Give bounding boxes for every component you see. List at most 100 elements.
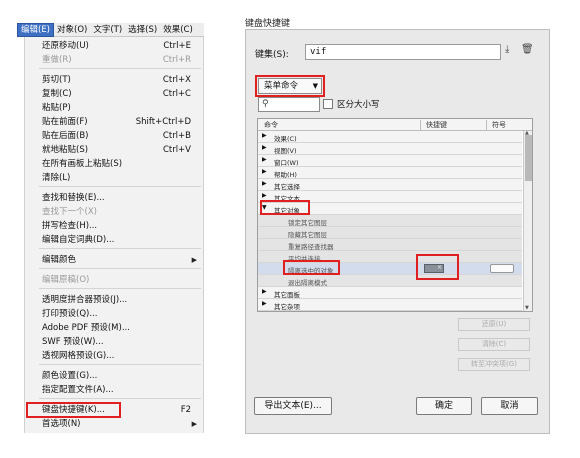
table-row[interactable]: 退出隔离模式 — [258, 275, 522, 287]
cancel-button[interactable]: 取消 — [481, 397, 538, 415]
table-row[interactable]: 锁定其它图层 — [258, 215, 522, 227]
expand-triangle-icon[interactable]: ▶ — [262, 156, 267, 163]
table-row[interactable]: 重复路径查找器 — [258, 239, 522, 251]
menu-item[interactable]: 在所有画板上粘贴(S) — [25, 157, 205, 171]
menu-item: 编辑原稿(O) — [25, 273, 205, 287]
row-label: 效果(C) — [274, 135, 297, 143]
row-label: 退出隔离模式 — [288, 279, 327, 287]
annotation-box-other-objects — [260, 200, 310, 215]
menu-item[interactable]: 编辑自定词典(D)... — [25, 233, 205, 247]
menu-item-label: 编辑原稿(O) — [42, 275, 90, 285]
menu-item-shortcut: Shift+Ctrl+D — [135, 117, 191, 127]
menu-separator — [39, 186, 201, 187]
table-row[interactable]: ▶ 窗口(W) — [258, 155, 522, 167]
menu-item[interactable]: 就地粘贴(S) Ctrl+V — [25, 143, 205, 157]
menubar-item[interactable]: 选择(S) — [125, 23, 160, 37]
annotation-box-shortcut-field — [416, 254, 459, 280]
clear-button[interactable]: 清除(C) — [458, 338, 530, 351]
menu-item-shortcut: Ctrl+V — [162, 145, 191, 155]
menu-item[interactable]: 拼写检查(H)... — [25, 219, 205, 233]
menu-item[interactable]: 粘贴(P) — [25, 101, 205, 115]
menu-item[interactable]: 指定配置文件(A)... — [25, 383, 205, 397]
expand-triangle-icon[interactable]: ▶ — [262, 132, 267, 139]
menu-item[interactable]: 透视网格预设(G)... — [25, 349, 205, 363]
scroll-down-icon[interactable]: ▼ — [525, 305, 529, 311]
table-row[interactable]: ▶ 其它选择 — [258, 179, 522, 191]
edit-menu: 还原移动(U) Ctrl+E 重做(R) Ctrl+R 剪切(T) Ctrl+X 复制(C)… — [24, 37, 204, 433]
column-header-shortcut: 快捷键 — [426, 121, 447, 129]
menu-separator — [39, 248, 201, 249]
table-header: 命令 快捷键 符号 — [258, 119, 532, 131]
menu-item-label: 编辑颜色 — [42, 255, 77, 265]
expand-triangle-icon[interactable]: ▶ — [262, 300, 267, 307]
expand-triangle-icon[interactable]: ▶ — [262, 288, 267, 295]
menu-item[interactable]: 首选项(N) ▶ — [25, 417, 205, 431]
dialog-title: 键盘快捷键 — [245, 19, 291, 29]
undo-button[interactable]: 还原(U) — [458, 318, 530, 331]
scrollbar-thumb[interactable] — [525, 135, 532, 181]
table-row[interactable]: 隐藏其它图层 — [258, 227, 522, 239]
menu-item-label: 还原移动(U) — [42, 41, 89, 51]
menu-separator — [39, 68, 201, 69]
menu-item[interactable]: 颜色设置(G)... — [25, 369, 205, 383]
go-to-conflict-button[interactable]: 转至冲突项(G) — [458, 358, 530, 371]
menu-item-label: SWF 预设(W)... — [42, 337, 104, 347]
menu-item[interactable]: SWF 预设(W)... — [25, 335, 205, 349]
menu-item[interactable]: 贴在前面(F) Shift+Ctrl+D — [25, 115, 205, 129]
menu-item-label: 清除(L) — [42, 173, 71, 183]
menu-item-shortcut: Ctrl+C — [162, 89, 191, 99]
menu-item[interactable]: 透明度拼合器预设(J)... — [25, 293, 205, 307]
expand-triangle-icon[interactable]: ▶ — [262, 168, 267, 175]
table-row[interactable]: ▶ 其它杂项 — [258, 299, 522, 311]
annotation-box-keyboard-shortcuts — [26, 402, 121, 418]
key-set-select[interactable]: vif — [305, 44, 501, 60]
export-text-button[interactable]: 导出文本(E)... — [254, 397, 332, 415]
delete-set-icon[interactable]: 🗑 — [521, 44, 534, 55]
menu-item-label: Adobe PDF 预设(M)... — [42, 323, 130, 333]
menu-separator — [39, 268, 201, 269]
symbol-input[interactable] — [490, 264, 514, 273]
menubar-item[interactable]: 文字(T) — [90, 23, 125, 37]
menu-item[interactable]: 贴在后面(B) Ctrl+B — [25, 129, 205, 143]
menu-item-label: 透明度拼合器预设(J)... — [42, 295, 128, 305]
ok-button[interactable]: 确定 — [416, 397, 472, 415]
menubar-item[interactable]: 效果(C) — [160, 23, 196, 37]
column-header-symbol: 符号 — [492, 121, 506, 129]
table-row[interactable]: ▶ 其它面板 — [258, 287, 522, 299]
menu-item-label: 指定配置文件(A)... — [42, 385, 114, 395]
menu-item[interactable]: 清除(L) — [25, 171, 205, 185]
menu-item-shortcut: Ctrl+X — [162, 75, 191, 85]
menu-item-shortcut: Ctrl+R — [162, 55, 191, 65]
table-row[interactable]: ▶ 帮助(H) — [258, 167, 522, 179]
save-set-icon[interactable]: ⤓ — [505, 44, 509, 55]
table-row[interactable]: ▶ 视图(V) — [258, 143, 522, 155]
menu-item[interactable]: 打印预设(Q)... — [25, 307, 205, 321]
menu-item-label: 重做(R) — [42, 55, 72, 65]
expand-triangle-icon[interactable]: ▶ — [262, 192, 267, 199]
case-sensitive-checkbox[interactable] — [323, 99, 333, 109]
expand-triangle-icon[interactable]: ▶ — [262, 144, 267, 151]
row-label: 帮助(H) — [274, 171, 297, 179]
menu-item[interactable]: 剪切(T) Ctrl+X — [25, 73, 205, 87]
menu-item-shortcut: Ctrl+B — [162, 131, 191, 141]
menubar-item[interactable]: 编辑(E) — [17, 23, 55, 37]
table-scrollbar[interactable]: ▲ ▼ — [523, 130, 532, 311]
menu-item-label: 查找下一个(X) — [42, 207, 97, 217]
menu-item[interactable]: 复制(C) Ctrl+C — [25, 87, 205, 101]
search-icon: ⚲ — [262, 99, 269, 109]
menu-item-label: 透视网格预设(G)... — [42, 351, 115, 361]
menu-item-label: 贴在前面(F) — [42, 117, 88, 127]
menu-item-label: 剪切(T) — [42, 75, 71, 85]
key-set-label: 键集(S): — [255, 50, 289, 60]
menu-item[interactable]: Adobe PDF 预设(M)... — [25, 321, 205, 335]
menu-item[interactable]: 还原移动(U) Ctrl+E — [25, 39, 205, 53]
menu-item[interactable]: 编辑颜色 ▶ — [25, 253, 205, 267]
menu-separator — [39, 364, 201, 365]
expand-triangle-icon[interactable]: ▶ — [262, 180, 267, 187]
menu-item[interactable]: 查找和替换(E)... — [25, 191, 205, 205]
table-row[interactable]: ▶ 效果(C) — [258, 131, 522, 143]
menubar-item[interactable]: 对象(O) — [54, 23, 90, 37]
menu-item-label: 查找和替换(E)... — [42, 193, 105, 203]
search-input[interactable]: ⚲ — [258, 97, 320, 112]
menu-item-label: 颜色设置(G)... — [42, 371, 98, 381]
